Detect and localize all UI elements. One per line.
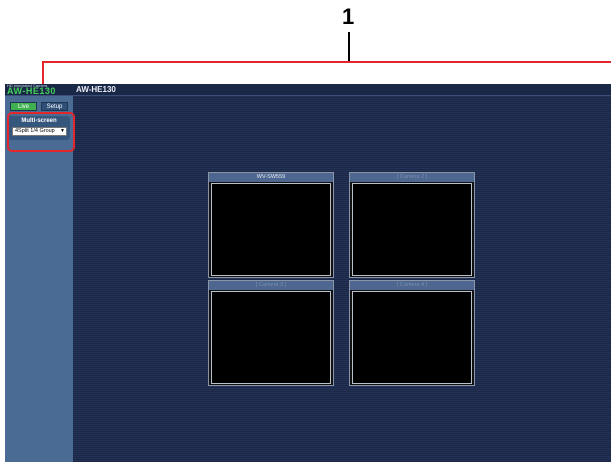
camera-title: WV-SW559 [209,173,333,182]
camera-tile-4[interactable]: [ Camera 4 ] [349,280,475,386]
tab-setup[interactable]: Setup [41,102,68,111]
camera-video[interactable] [352,291,472,384]
tab-live[interactable]: Live [10,102,37,111]
page-title: AW-HE130 [76,85,116,94]
multi-screen-view: WV-SW559 [ Camera 2 ] [ Camera 3 ] [ Cam… [74,96,611,462]
brand-logo: AW-HE130 [7,86,56,96]
title-bar: HD Integrated Camera AW-HE130 AW-HE130 [5,84,611,96]
camera-title: [ Camera 4 ] [350,281,474,290]
camera-title: [ Camera 2 ] [350,173,474,182]
callout-leader-line [348,32,350,62]
camera-video[interactable] [211,183,331,276]
camera-title: [ Camera 3 ] [209,281,333,290]
callout-highlight-box [7,112,75,152]
camera-tile-3[interactable]: [ Camera 3 ] [208,280,334,386]
camera-video[interactable] [352,183,472,276]
callout-number: 1 [342,4,355,29]
app-window: HD Integrated Camera AW-HE130 AW-HE130 L… [5,84,611,462]
camera-tile-2[interactable]: [ Camera 2 ] [349,172,475,278]
camera-tile-1[interactable]: WV-SW559 [208,172,334,278]
camera-video[interactable] [211,291,331,384]
callout-bracket-horizontal [42,61,611,63]
